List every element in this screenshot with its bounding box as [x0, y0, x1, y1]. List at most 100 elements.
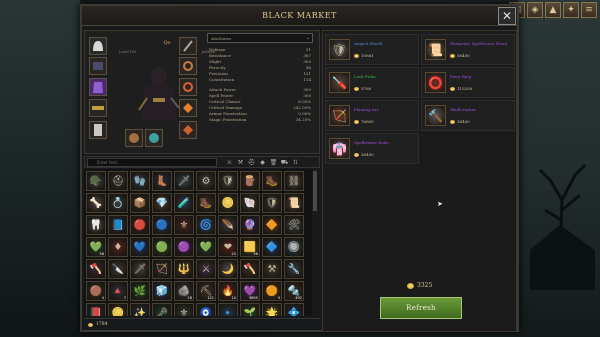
inventory-slot[interactable]: 📜: [284, 193, 304, 213]
inventory-slot[interactable]: 🔶: [262, 215, 282, 235]
inventory-slot[interactable]: 🗡: [174, 171, 194, 191]
inventory-slot[interactable]: 🔧: [284, 259, 304, 279]
inventory-slot[interactable]: ⚙: [196, 171, 216, 191]
inventory-slot[interactable]: 🔹: [218, 303, 238, 316]
inventory-slot[interactable]: 🦷: [86, 215, 106, 235]
inventory-slot[interactable]: 🔱: [174, 259, 194, 279]
inventory-search-input[interactable]: [87, 158, 217, 167]
close-button[interactable]: ✕: [498, 7, 516, 25]
skills-icon[interactable]: ✦: [563, 2, 579, 18]
sort-icon[interactable]: ⇅: [291, 158, 300, 167]
inventory-slot[interactable]: ✨: [130, 303, 150, 316]
equip-slot-mainhand[interactable]: [125, 129, 143, 147]
inventory-slot[interactable]: 🔮: [240, 215, 260, 235]
trash-icon[interactable]: 🗑: [269, 158, 278, 167]
menu-icon[interactable]: ≡: [581, 2, 597, 18]
equip-slot-offhand[interactable]: [145, 129, 163, 147]
inventory-slot[interactable]: 🏹: [152, 259, 172, 279]
inventory-slot[interactable]: 🟠 9: [262, 281, 282, 301]
inventory-slot[interactable]: 🪓: [86, 259, 106, 279]
inventory-slot[interactable]: 🔺 7: [108, 281, 128, 301]
inventory-slot[interactable]: 🟨 56: [240, 237, 260, 257]
inventory-slot[interactable]: 🔩 492: [284, 281, 304, 301]
inventory-slot[interactable]: ⛑: [108, 171, 128, 191]
inventory-slot[interactable]: ⚜: [174, 303, 194, 316]
inventory-slot[interactable]: 🧤: [130, 171, 150, 191]
inventory-slot[interactable]: 🪶: [218, 215, 238, 235]
equip-slot-belt[interactable]: [89, 99, 107, 117]
inventory-slot[interactable]: 🛡: [262, 193, 282, 213]
inventory-slot[interactable]: 💚: [196, 237, 216, 257]
inventory-slot[interactable]: 📘: [108, 215, 128, 235]
inventory-slot[interactable]: 💍: [108, 193, 128, 213]
scrollbar-thumb[interactable]: [313, 171, 317, 211]
cart-icon[interactable]: ⛟: [280, 158, 289, 167]
inventory-slot[interactable]: ⚒: [262, 259, 282, 279]
inventory-slot[interactable]: ♦: [108, 237, 128, 257]
inventory-slot[interactable]: 🧿: [196, 303, 216, 316]
inventory-slot[interactable]: 🟢: [152, 237, 172, 257]
inventory-slot[interactable]: 💜 9805: [240, 281, 260, 301]
inventory-slot[interactable]: 🪙: [108, 303, 128, 316]
market-offer[interactable]: 🏹 Flaming Arc 76800: [325, 100, 419, 131]
inventory-slot[interactable]: 🧊: [152, 281, 172, 301]
inventory-slot[interactable]: 🟣: [174, 237, 194, 257]
inventory-slot[interactable]: 🌿: [130, 281, 150, 301]
inventory-scrollbar[interactable]: [312, 169, 318, 316]
inventory-slot[interactable]: 📕: [86, 303, 106, 316]
market-offer[interactable]: 🪛 Lock Picks 5760: [325, 67, 419, 98]
inventory-slot[interactable]: 👢: [152, 171, 172, 191]
hammer-filter-icon[interactable]: ⚒: [236, 158, 245, 167]
inventory-slot[interactable]: 🥾: [196, 193, 216, 213]
inventory-slot[interactable]: 🪵: [240, 171, 260, 191]
inventory-slot[interactable]: 🔴: [130, 215, 150, 235]
gem-filter-icon[interactable]: ◆: [258, 158, 267, 167]
market-offer[interactable]: 🔨 Skullcrusher 38400: [421, 100, 515, 131]
equip-slot-chest[interactable]: [89, 78, 107, 96]
bag-icon[interactable]: ◈: [527, 2, 543, 18]
inventory-slot[interactable]: ⚔: [196, 259, 216, 279]
inventory-slot[interactable]: 🌱: [240, 303, 260, 316]
equip-slot-legs[interactable]: [89, 121, 107, 139]
inventory-slot[interactable]: 🔷: [262, 237, 282, 257]
market-offer[interactable]: 👘 Spellweave Robe 38400: [325, 133, 419, 164]
inventory-slot[interactable]: 🪙: [218, 193, 238, 213]
chevron-icon[interactable]: ▲: [545, 2, 561, 18]
inventory-slot[interactable]: 🗡: [130, 259, 150, 279]
inventory-slot[interactable]: 🪓: [240, 259, 260, 279]
inventory-slot[interactable]: ⛓: [284, 171, 304, 191]
inventory-slot[interactable]: ⚜: [174, 215, 194, 235]
inventory-slot[interactable]: 🟤 4: [86, 281, 106, 301]
inventory-slot[interactable]: 📦: [130, 193, 150, 213]
inventory-slot[interactable]: 🥾: [262, 171, 282, 191]
market-offer[interactable]: ⭕ Fiery Ring 115200: [421, 67, 515, 98]
refresh-button[interactable]: Refresh: [380, 297, 462, 319]
inventory-slot[interactable]: 🔥 10: [218, 281, 238, 301]
inventory-slot[interactable]: 🧪: [174, 193, 194, 213]
inventory-slot[interactable]: ❤ 25: [218, 237, 238, 257]
equip-slot-shoulder[interactable]: [89, 57, 107, 75]
inventory-slot[interactable]: 🗝: [152, 303, 172, 316]
inventory-slot[interactable]: 💎: [152, 193, 172, 213]
inventory-slot[interactable]: 💠: [284, 303, 304, 316]
inventory-slot[interactable]: 🐚: [240, 193, 260, 213]
inventory-slot[interactable]: 🛠: [284, 215, 304, 235]
helmet-filter-icon[interactable]: ⛑: [247, 158, 256, 167]
inventory-slot[interactable]: 🪨 18: [174, 281, 194, 301]
inventory-slot[interactable]: 🪖: [86, 171, 106, 191]
equip-slot-head[interactable]: [89, 37, 107, 55]
inventory-slot[interactable]: 💙: [130, 237, 150, 257]
inventory-slot[interactable]: 🛡: [218, 171, 238, 191]
sword-filter-icon[interactable]: ⚔: [225, 158, 234, 167]
market-offer[interactable]: 📜 Blueprint: Spellweave Hood 58400: [421, 34, 515, 65]
inventory-slot[interactable]: 💚 56: [86, 237, 106, 257]
inventory-slot[interactable]: 🌟: [262, 303, 282, 316]
inventory-slot[interactable]: 🌙: [218, 259, 238, 279]
inventory-slot[interactable]: 🌀: [196, 215, 216, 235]
inventory-slot[interactable]: ⛏ 121: [196, 281, 216, 301]
market-offer[interactable]: 🛡 August Shield 10861: [325, 34, 419, 65]
stats-dropdown[interactable]: Attributes ⌄: [207, 33, 313, 43]
inventory-slot[interactable]: 🦴: [86, 193, 106, 213]
inventory-slot[interactable]: 🔵: [152, 215, 172, 235]
inventory-slot[interactable]: 🔪: [108, 259, 128, 279]
